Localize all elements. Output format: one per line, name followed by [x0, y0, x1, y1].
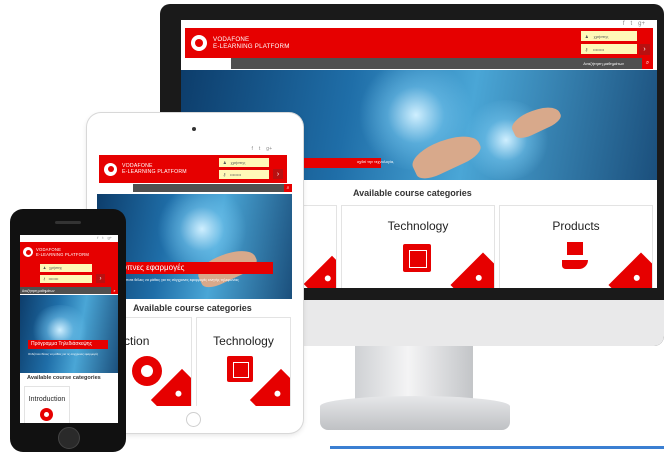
search-label: Αναζήτηση μαθημάτων	[583, 61, 624, 66]
brand-line2: E-LEARNING PLATFORM	[122, 169, 187, 175]
key-icon: ⚷	[223, 172, 226, 177]
twitter-icon[interactable]: t	[630, 21, 632, 27]
social-links: f t g+	[97, 235, 112, 240]
login-submit-button[interactable]: ›	[96, 274, 105, 283]
hero-subtitle: Οτιδήποτε θέλεις να μάθεις για τις σύγχρ…	[117, 278, 239, 282]
category-card-introduction[interactable]: Introduction	[24, 386, 70, 423]
username-placeholder: χρήστης	[230, 160, 246, 165]
google-plus-icon[interactable]: g+	[638, 21, 645, 27]
vodafone-logo-icon	[132, 356, 162, 386]
brand-line2: E-LEARNING PLATFORM	[213, 43, 290, 50]
search-icon[interactable]: ⌕	[111, 287, 118, 294]
password-input[interactable]: ⚷ ••••••••	[581, 44, 637, 54]
category-title: Technology	[387, 219, 449, 233]
brand-name: VODAFONE E-LEARNING PLATFORM	[36, 247, 89, 257]
tablet-screen: f t g+ VODAFONE E-LEARNING PLATFORM ♟ χρή…	[97, 141, 292, 406]
monitor-stand-base	[320, 396, 510, 430]
login-panel: ♟ χρήστης ⚷ •••••••• ›	[579, 28, 653, 58]
password-placeholder: ••••••••	[592, 46, 605, 52]
brand-name: VODAFONE E-LEARNING PLATFORM	[213, 36, 290, 50]
social-links: f t g+	[252, 146, 272, 152]
search-bar[interactable]: Αναζήτηση μαθημάτων ⌕	[231, 58, 653, 69]
tablet-camera	[192, 127, 196, 131]
section-title: Available course categories	[133, 303, 252, 313]
category-title: Products	[552, 219, 600, 233]
hero-subtitle: οχθεί την τεχνολογία,	[357, 159, 395, 164]
monitor-stand-neck	[355, 346, 473, 402]
category-title: Technology	[213, 334, 274, 348]
vodafone-logo-icon[interactable]	[104, 162, 117, 176]
hero-subtitle: Οτιδήποτε θέλεις να μάθεις για τις σύγχρ…	[28, 352, 99, 356]
section-title: Available course categories	[27, 375, 101, 381]
username-input[interactable]: ♟ χρήστης	[219, 158, 269, 167]
phone-home-button[interactable]	[58, 427, 80, 449]
section-title: Available course categories	[353, 188, 472, 198]
user-icon: ♟	[585, 33, 589, 39]
search-bar[interactable]: Αναζήτηση μαθημάτων ⌕	[20, 287, 118, 294]
menu-label: Αναζήτηση μαθημάτων	[22, 288, 55, 293]
login-panel: ♟ χρήστης ⚷ •••••••• ›	[20, 262, 118, 287]
category-card-products[interactable]: Products	[499, 205, 653, 288]
key-icon: ⚷	[43, 277, 46, 281]
facebook-icon[interactable]: f	[97, 235, 98, 240]
username-input[interactable]: ♟ χρήστης	[40, 264, 92, 272]
search-bar[interactable]: ⌕	[133, 184, 292, 192]
google-plus-icon[interactable]: g+	[266, 146, 272, 152]
hero-banner: Πρόγραμμα Τηλεδιάσκεψης Οτιδήποτε θέλεις…	[20, 295, 118, 373]
phone-speaker	[55, 221, 81, 224]
hero-caption: ξυπνες εφαρμογές	[115, 262, 273, 274]
hero-caption: Πρόγραμμα Τηλεδιάσκεψης	[28, 340, 108, 349]
user-icon: ♟	[223, 160, 227, 165]
login-panel: ♟ χρήστης ⚷ •••••••• ›	[217, 155, 287, 183]
search-icon[interactable]: ⌕	[642, 58, 653, 69]
brand-name: VODAFONE E-LEARNING PLATFORM	[122, 163, 187, 175]
key-icon: ⚷	[585, 46, 588, 52]
google-plus-icon[interactable]: g+	[107, 235, 112, 240]
chip-icon	[227, 356, 253, 382]
password-placeholder: ••••••••	[229, 172, 242, 177]
vodafone-logo-icon	[40, 408, 53, 421]
vodafone-logo-icon[interactable]	[23, 247, 33, 257]
twitter-icon[interactable]: t	[259, 146, 260, 152]
facebook-icon[interactable]: f	[252, 146, 253, 152]
site-header: VODAFONE E-LEARNING PLATFORM	[99, 155, 217, 183]
hand-box-icon	[560, 242, 590, 274]
password-input[interactable]: ⚷ ••••••••	[219, 170, 269, 179]
phone-screen: f t g+ VODAFONE E-LEARNING PLATFORM ♟ χρή…	[20, 235, 118, 423]
password-input[interactable]: ⚷ ••••••••	[40, 275, 92, 283]
social-links: f t g+	[623, 21, 645, 27]
category-card-technology[interactable]: Technology	[341, 205, 495, 288]
chip-icon	[403, 244, 431, 272]
search-icon[interactable]: ⌕	[284, 184, 292, 192]
floor-line	[330, 446, 664, 449]
login-submit-button[interactable]: ›	[639, 44, 650, 55]
category-title: Introduction	[28, 396, 66, 403]
vodafone-logo-icon[interactable]	[191, 35, 207, 51]
user-icon: ♟	[43, 266, 47, 270]
brand-line2: E-LEARNING PLATFORM	[36, 252, 90, 257]
tablet-home-button[interactable]	[186, 412, 201, 427]
facebook-icon[interactable]: f	[623, 21, 625, 27]
login-submit-button[interactable]: ›	[273, 169, 283, 179]
site-header: VODAFONE E-LEARNING PLATFORM	[185, 28, 579, 58]
username-input[interactable]: ♟ χρήστης	[581, 31, 637, 41]
password-placeholder: ••••••••	[48, 277, 59, 281]
hero-banner: ξυπνες εφαρμογές Οτιδήποτε θέλεις να μάθ…	[97, 194, 292, 299]
site-header: VODAFONE E-LEARNING PLATFORM	[20, 242, 118, 262]
username-placeholder: χρήστης	[593, 33, 609, 39]
brand-line1: VODAFONE	[213, 36, 250, 43]
username-placeholder: χρήστης	[49, 266, 63, 270]
category-card-technology[interactable]: Technology	[196, 317, 291, 406]
twitter-icon[interactable]: t	[102, 235, 103, 240]
